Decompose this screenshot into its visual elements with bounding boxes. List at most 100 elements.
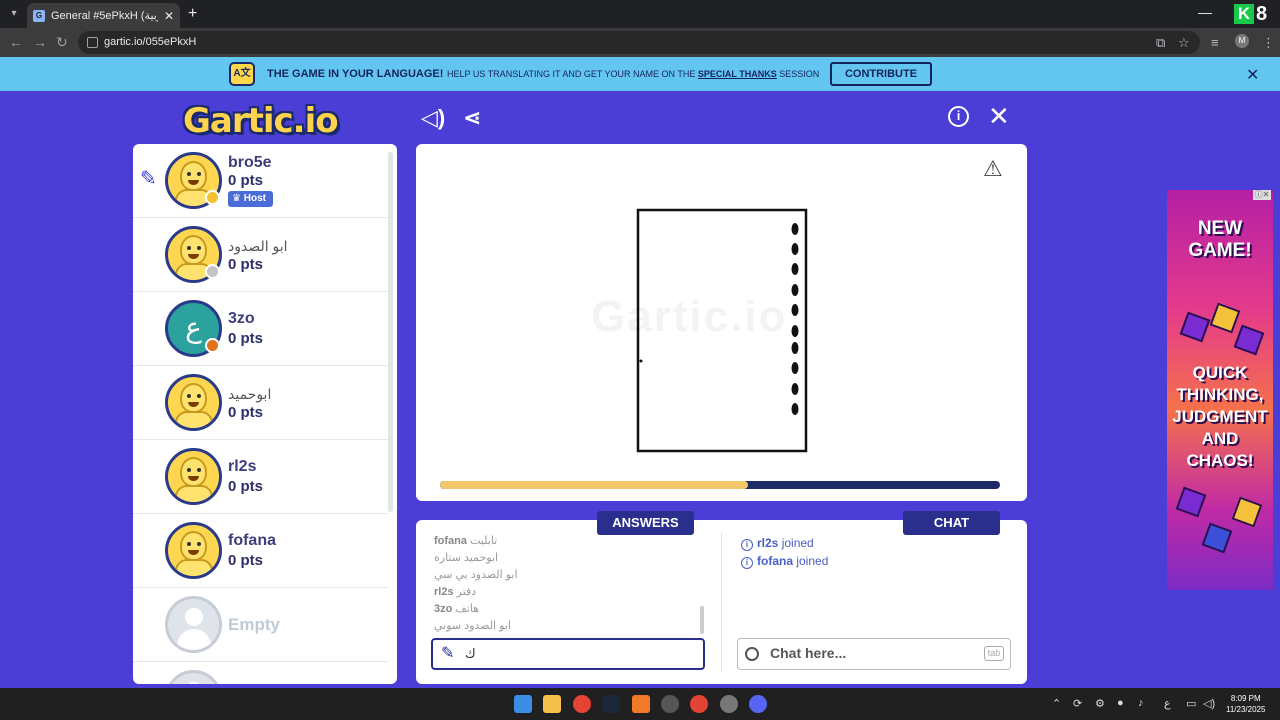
contribute-button[interactable]: CONTRIBUTE <box>830 62 932 86</box>
start-windows-icon[interactable] <box>514 695 532 713</box>
answers-chat-panel: ANSWERS CHAT fofana تابليت ابوحميد ستاره… <box>416 511 1027 684</box>
minimize-button[interactable]: — <box>1198 4 1212 20</box>
mic-icon[interactable]: ♪ <box>1138 697 1144 709</box>
tab-close-icon[interactable]: ✕ <box>164 9 174 23</box>
back-arrow-icon[interactable]: ← <box>9 34 23 50</box>
chat-message: i rl2s joined <box>741 536 828 554</box>
player-row[interactable]: fofana 0 pts <box>133 514 388 588</box>
tab-title: General #5ePkxH (العربية) - Gartic <box>51 10 158 22</box>
tray-chevron-icon[interactable]: ⌃ <box>1052 697 1061 710</box>
new-tab-button[interactable]: + <box>188 5 197 23</box>
player-name: ابو الصدود <box>228 238 288 254</box>
player-name: fofana <box>228 532 276 549</box>
chat-input[interactable]: Chat here... tab <box>737 638 1011 670</box>
reload-icon[interactable]: ↻ <box>56 34 68 51</box>
menu-kebab-icon[interactable]: ⋮ <box>1262 35 1275 51</box>
profile-avatar[interactable]: M <box>1235 34 1249 48</box>
nvidia-icon[interactable]: ● <box>1117 697 1124 709</box>
banner-text: HELP US TRANSLATING IT AND GET YOUR NAME… <box>447 69 820 79</box>
pencil-icon: ✎ <box>441 645 455 662</box>
settings-gear-icon[interactable] <box>661 695 679 713</box>
player-name: ابوحميد <box>228 386 272 402</box>
sound-icon[interactable]: ◁) <box>421 105 445 131</box>
player-points: 0 pts <box>228 552 264 569</box>
answer-item: ابو الصدود سوني <box>434 620 511 632</box>
player-row[interactable]: ابو الصدود 0 pts <box>133 218 388 292</box>
app-icon[interactable] <box>632 695 650 713</box>
avatar <box>165 522 222 579</box>
status-dot <box>205 190 220 205</box>
player-row[interactable]: rl2s 0 pts <box>133 440 388 514</box>
app-icon-2[interactable] <box>720 695 738 713</box>
player-points: 0 pts <box>228 404 264 421</box>
host-badge: ♛ Host <box>228 191 273 207</box>
player-points: 0 pts <box>228 172 264 189</box>
clock-time: 8:09 PM <box>1230 694 1261 703</box>
address-bar[interactable]: gartic.io/055ePkxH <box>78 31 1200 54</box>
share-icon[interactable]: ⋖ <box>463 105 481 131</box>
players-list: ✎ bro5e 0 pts ♛ Host ابو الصدود 0 pts ع … <box>133 144 397 684</box>
answer-item: fofana تابليت <box>434 535 498 547</box>
round-timer-bar <box>440 481 1000 489</box>
browser-tab[interactable]: G General #5ePkxH (العربية) - Gartic ✕ <box>27 3 180 28</box>
language-indicator[interactable]: ع <box>1164 697 1171 710</box>
ad-choices-icon[interactable]: ⓘ✕ <box>1253 190 1271 200</box>
ad-gem-icon <box>1179 311 1211 343</box>
answers-list: fofana تابليت ابوحميد ستاره ابو الصدود ب… <box>434 534 704 636</box>
tab-list-button[interactable]: ▾ <box>6 6 22 22</box>
steam-tray-icon[interactable]: ⚙ <box>1095 697 1105 710</box>
network-icon[interactable]: ▭ <box>1186 697 1196 710</box>
reading-list-icon[interactable]: ≡ <box>1211 35 1219 50</box>
browser-toolbar: ← → ↻ gartic.io/055ePkxH ⧉ ☆ ≡ M ⋮ <box>0 28 1280 57</box>
chat-tab[interactable]: CHAT <box>903 511 1000 535</box>
chrome-active-icon[interactable] <box>690 695 708 713</box>
chat-messages: i rl2s joined i fofana joined <box>741 536 828 572</box>
gartic-favicon-icon: G <box>33 9 45 22</box>
bookmark-star-icon[interactable]: ☆ <box>1178 35 1190 51</box>
answers-scrollbar[interactable] <box>700 606 704 634</box>
drawing-pencil-icon: ✎ <box>140 168 157 190</box>
exit-close-icon[interactable]: ✕ <box>988 101 1010 132</box>
answer-input[interactable]: ✎ ك <box>431 638 705 670</box>
advertisement[interactable]: ⓘ✕ NEW GAME! QUICK THINKING, JUDGMENT AN… <box>1167 190 1273 590</box>
gartic-page: A文 THE GAME IN YOUR LANGUAGE! HELP US TR… <box>0 57 1280 688</box>
player-name: 3zo <box>228 310 255 327</box>
ad-gem-icon <box>1175 486 1207 518</box>
clock[interactable]: 8:09 PM 11/23/2025 <box>1226 693 1265 715</box>
banner-title: THE GAME IN YOUR LANGUAGE! <box>267 68 444 80</box>
empty-label: Empty <box>228 615 280 634</box>
discord-icon[interactable] <box>749 695 767 713</box>
forward-arrow-icon[interactable]: → <box>33 34 47 50</box>
avatar <box>165 448 222 505</box>
ad-gem-icon <box>1233 324 1265 356</box>
steam-icon[interactable] <box>602 695 620 713</box>
drawing-strokes <box>636 208 808 453</box>
ad-headline: NEW GAME! <box>1188 218 1252 261</box>
player-points: 0 pts <box>228 256 264 273</box>
empty-slot: Empty <box>133 588 388 662</box>
file-explorer-icon[interactable] <box>543 695 561 713</box>
sync-icon[interactable]: ⟳ <box>1073 697 1082 710</box>
player-points: 0 pts <box>228 330 264 347</box>
gartic-logo[interactable]: Gartic.io <box>183 101 339 141</box>
info-circle-icon: i <box>741 539 753 551</box>
site-info-icon[interactable] <box>87 37 98 48</box>
volume-icon[interactable]: ◁) <box>1203 697 1215 710</box>
answers-tab[interactable]: ANSWERS <box>597 511 694 535</box>
players-scrollbar[interactable] <box>388 152 393 512</box>
chrome-icon[interactable] <box>573 695 591 713</box>
cast-icon[interactable]: ⧉ <box>1156 35 1165 51</box>
banner-close-icon[interactable]: ✕ <box>1246 65 1259 85</box>
drawing-canvas[interactable]: ⚠ Gartic.io <box>416 144 1027 501</box>
chat-message: i fofana joined <box>741 554 828 572</box>
info-icon[interactable]: i <box>948 106 969 127</box>
player-points: 0 pts <box>228 478 264 495</box>
search-icon <box>745 647 759 661</box>
chat-placeholder: Chat here... <box>770 645 847 661</box>
empty-avatar-icon <box>165 670 222 684</box>
ad-gem-icon <box>1209 302 1241 334</box>
player-row[interactable]: ابوحميد 0 pts <box>133 366 388 440</box>
player-row[interactable]: ع 3zo 0 pts <box>133 292 388 366</box>
player-row[interactable]: ✎ bro5e 0 pts ♛ Host <box>133 144 388 218</box>
special-thanks-link[interactable]: SPECIAL THANKS <box>698 69 777 79</box>
